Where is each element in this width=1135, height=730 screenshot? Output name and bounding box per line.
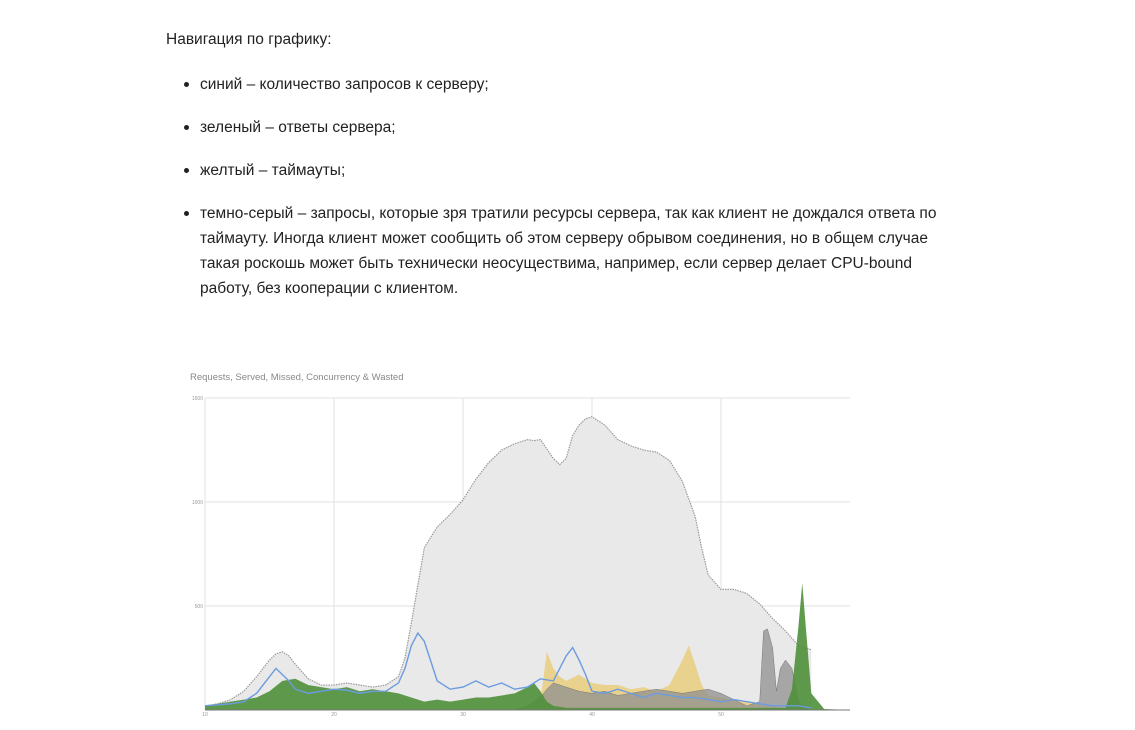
chart: Requests, Served, Missed, Concurrency & …	[180, 365, 860, 730]
x-tick-label: 50	[718, 712, 724, 718]
legend-list: синий – количество запросов к серверу; з…	[166, 72, 966, 301]
y-tick-label: 1000	[192, 500, 203, 506]
x-tick-label: 20	[331, 712, 337, 718]
list-item: синий – количество запросов к серверу;	[166, 72, 966, 97]
concurrency-area	[205, 416, 812, 710]
list-item-text: синий – количество запросов к серверу;	[200, 76, 489, 93]
y-tick-label: 500	[195, 604, 204, 610]
intro-text: Навигация по графику:	[166, 31, 332, 48]
list-item-text: желтый – таймауты;	[200, 162, 346, 179]
article: Навигация по графику: синий – количество…	[166, 28, 966, 319]
x-tick-label: 40	[589, 712, 595, 718]
list-item: желтый – таймауты;	[166, 158, 966, 183]
bullet-icon	[184, 211, 189, 216]
chart-title: Requests, Served, Missed, Concurrency & …	[190, 372, 404, 383]
list-item-text: темно-серый – запросы, которые зря трати…	[200, 205, 937, 297]
chart-svg: Requests, Served, Missed, Concurrency & …	[190, 372, 850, 718]
list-item: зеленый – ответы сервера;	[166, 115, 966, 140]
bullet-icon	[184, 168, 189, 173]
list-item: темно-серый – запросы, которые зря трати…	[166, 201, 966, 301]
bullet-icon	[184, 82, 189, 87]
bullet-icon	[184, 125, 189, 130]
y-tick-label: 1500	[192, 396, 203, 402]
list-item-text: зеленый – ответы сервера;	[200, 119, 396, 136]
x-tick-label: 30	[460, 712, 466, 718]
x-tick-label: 10	[202, 712, 208, 718]
